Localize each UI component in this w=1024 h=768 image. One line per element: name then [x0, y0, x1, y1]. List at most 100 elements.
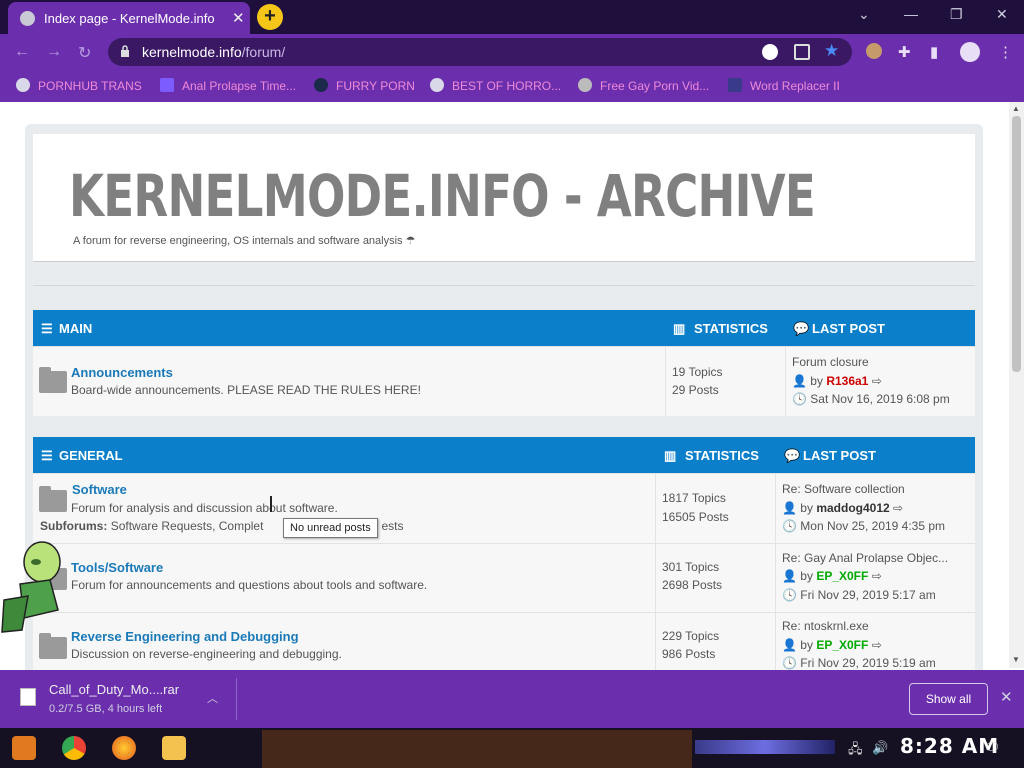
share-icon[interactable] [794, 44, 810, 60]
chevron-up-icon[interactable]: ︿ [207, 690, 218, 706]
firefox-icon[interactable] [112, 736, 136, 760]
menu-icon[interactable]: ⋮ [998, 43, 1013, 61]
scroll-down-icon[interactable]: ▼ [1012, 655, 1020, 664]
forum-title[interactable]: Reverse Engineering and Debugging [71, 629, 299, 644]
forum-title[interactable]: Announcements [71, 365, 173, 380]
downloads-bar: Call_of_Duty_Mo....rar 0.2/7.5 GB, 4 hou… [0, 670, 1024, 728]
address-bar[interactable]: kernelmode.info/forum/ ★ [108, 38, 852, 66]
stats-header: STATISTICS [694, 321, 768, 336]
forum-description: Discussion on reverse-engineering and de… [71, 647, 342, 661]
stats-header: STATISTICS [685, 448, 759, 463]
subforum-links[interactable]: Software Requests, Complet [111, 519, 264, 533]
forward-icon[interactable]: → [46, 43, 62, 61]
last-post-date: 🕓 Sat Nov 16, 2019 6:08 pm [792, 392, 950, 406]
section-title[interactable]: GENERAL [59, 448, 123, 463]
forum-stats: 229 Topics 986 Posts [655, 613, 775, 670]
site-title[interactable]: KERNELMODE.INFO - ARCHIVE [69, 162, 816, 230]
section-title[interactable]: MAIN [59, 321, 92, 336]
author-link[interactable]: EP_X0FF [816, 569, 868, 583]
tab-search-icon[interactable]: ⌄ [858, 6, 870, 23]
last-post-title[interactable]: Re: Gay Anal Prolapse Objec... [782, 551, 948, 565]
section-header: ☰ GENERAL ▥ STATISTICS 💬 LAST POST [33, 437, 975, 473]
bookmark-item[interactable]: Free Gay Porn Vid... [578, 78, 709, 93]
volume-icon[interactable]: 🔊 [872, 740, 888, 756]
forum-row: Announcements Board-wide announcements. … [33, 346, 975, 416]
close-icon[interactable]: ✕ [1000, 688, 1013, 706]
google-lens-icon[interactable] [762, 44, 778, 60]
file-explorer-icon[interactable] [162, 736, 186, 760]
forum-stats: 19 Topics 29 Posts [665, 347, 785, 416]
profile-avatar-icon[interactable] [866, 43, 882, 59]
folder-icon [39, 486, 67, 512]
download-progress-text: 0.2/7.5 GB, 4 hours left [49, 703, 163, 715]
folder-icon [39, 633, 67, 659]
show-all-button[interactable]: Show all [909, 683, 988, 715]
back-icon[interactable]: ← [14, 43, 30, 61]
page-scrollbar[interactable]: ▲ ▼ [1009, 102, 1024, 668]
bookmark-favicon-icon [578, 78, 592, 92]
extensions-icon[interactable]: ✚ [898, 43, 911, 61]
goto-post-icon[interactable]: ⇨ [872, 374, 882, 388]
forum-description: Forum for analysis and discussion about … [71, 501, 338, 515]
site-description: A forum for reverse engineering, OS inte… [73, 235, 416, 247]
close-window-icon[interactable]: ✕ [996, 6, 1008, 23]
bookmark-star-icon[interactable]: ★ [824, 41, 839, 61]
forum-row: Tools/Software Forum for announcements a… [33, 543, 975, 612]
goto-post-icon[interactable]: ⇨ [872, 569, 882, 583]
side-panel-icon[interactable]: ▮ [930, 43, 938, 61]
page-viewport: KERNELMODE.INFO - ARCHIVE A forum for re… [0, 102, 1024, 670]
start-button-icon[interactable] [12, 736, 36, 760]
last-post-date: 🕓 Fri Nov 29, 2019 5:19 am [782, 656, 936, 670]
account-icon[interactable] [960, 42, 980, 62]
bookmark-item[interactable]: PORNHUB TRANS [16, 78, 142, 93]
taskbar: 🖧 🔊 8:28 AM 🗨 [0, 728, 1024, 768]
last-post-author: 👤 by EP_X0FF ⇨ [782, 638, 882, 652]
scroll-up-icon[interactable]: ▲ [1012, 104, 1020, 113]
divider [236, 678, 237, 720]
goto-post-icon[interactable]: ⇨ [893, 501, 903, 515]
forum-title[interactable]: Software [72, 482, 127, 497]
author-link[interactable]: EP_X0FF [816, 638, 868, 652]
download-filename[interactable]: Call_of_Duty_Mo....rar [49, 682, 179, 697]
minimize-icon[interactable]: — [904, 6, 918, 22]
taskbar-decoration [695, 740, 835, 754]
chart-icon: ▥ [673, 321, 686, 336]
topic-count: 19 Topics [672, 365, 723, 379]
bookmark-item[interactable]: BEST OF HORRO... [430, 78, 561, 93]
bookmark-item[interactable]: FURRY PORN [314, 78, 415, 93]
scrollbar-thumb[interactable] [1012, 116, 1021, 372]
last-post-title[interactable]: Forum closure [792, 355, 869, 369]
goto-post-icon[interactable]: ⇨ [872, 638, 882, 652]
browser-tab[interactable]: Index page - KernelMode.info ✕ [8, 2, 250, 34]
tooltip: No unread posts [283, 518, 378, 538]
notification-icon[interactable]: 🗨 [984, 740, 1001, 756]
author-link[interactable]: R136a1 [826, 374, 868, 388]
bookmark-favicon-icon [160, 78, 174, 92]
last-post-author: 👤 by R136a1 ⇨ [792, 374, 882, 388]
network-icon[interactable]: 🖧 [848, 740, 863, 762]
chrome-icon[interactable] [62, 736, 86, 760]
text-cursor-icon [270, 496, 276, 512]
reload-icon[interactable]: ↻ [78, 43, 91, 63]
post-count: 29 Posts [672, 383, 719, 397]
comments-icon: 💬 [793, 321, 810, 336]
forum-stats: 1817 Topics 16505 Posts [655, 474, 775, 543]
post-count: 986 Posts [662, 647, 716, 661]
author-link[interactable]: maddog4012 [816, 501, 889, 515]
restore-icon[interactable]: ❐ [950, 6, 963, 23]
topic-count: 301 Topics [662, 560, 720, 574]
last-post-title[interactable]: Re: ntoskrnl.exe [782, 619, 869, 633]
forum-title[interactable]: Tools/Software [71, 560, 163, 575]
last-post: Forum closure 👤 by R136a1 ⇨ 🕓 Sat Nov 16… [785, 347, 975, 416]
new-tab-button[interactable]: + [257, 4, 283, 30]
comments-icon: 💬 [784, 448, 801, 463]
last-post-date: 🕓 Fri Nov 29, 2019 5:17 am [782, 588, 936, 602]
bookmark-item[interactable]: Word Replacer II [728, 78, 840, 93]
last-post-title[interactable]: Re: Software collection [782, 482, 905, 496]
list-icon: ☰ [41, 448, 53, 463]
topic-count: 229 Topics [662, 629, 720, 643]
tab-close-icon[interactable]: ✕ [232, 9, 245, 27]
bookmark-item[interactable]: Anal Prolapse Time... [160, 78, 296, 93]
site-header: KERNELMODE.INFO - ARCHIVE A forum for re… [33, 134, 975, 262]
taskbar-background-art [262, 730, 692, 768]
